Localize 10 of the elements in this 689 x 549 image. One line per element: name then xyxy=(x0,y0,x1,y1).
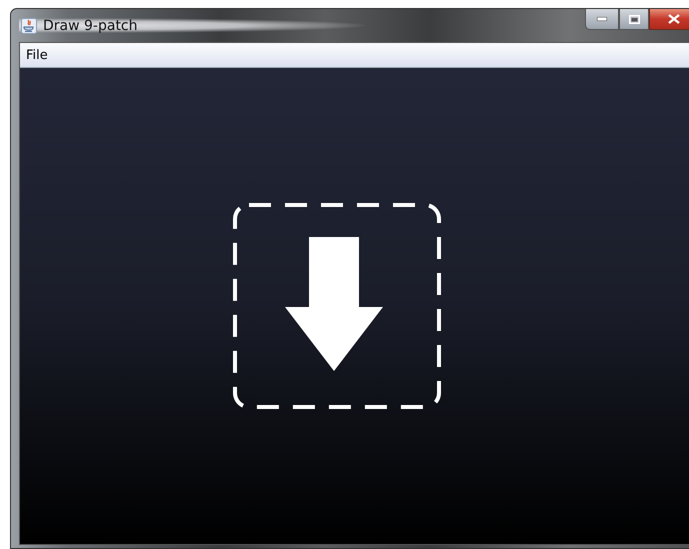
drop-download-icon xyxy=(233,203,441,409)
close-icon xyxy=(668,14,680,24)
maximize-button[interactable] xyxy=(619,9,649,30)
close-button[interactable] xyxy=(649,9,689,30)
maximize-icon xyxy=(628,14,640,24)
minimize-icon xyxy=(597,17,607,21)
minimize-button[interactable] xyxy=(585,9,619,30)
menu-item[interactable]: File xyxy=(20,48,54,62)
cup-icon xyxy=(21,18,37,34)
window-title: Draw 9-patch xyxy=(43,18,138,34)
